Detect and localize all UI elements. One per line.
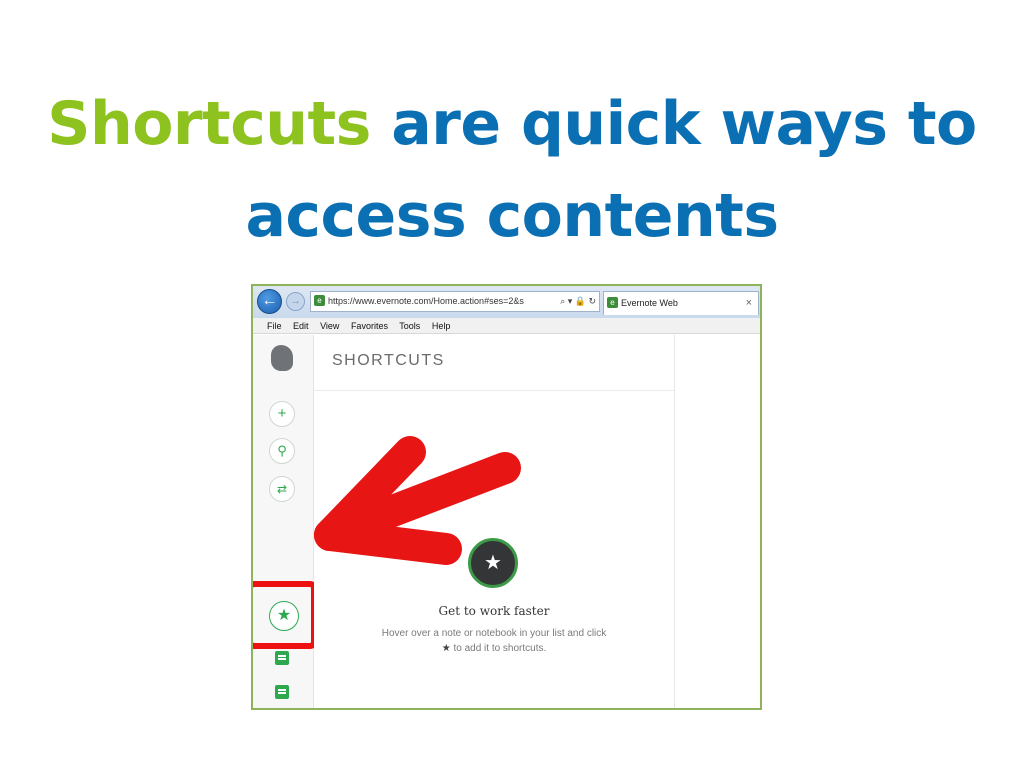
panel-title: SHORTCUTS <box>332 352 445 369</box>
slide-title-accent: Shortcuts <box>47 89 371 159</box>
empty-desc-line2: to add it to shortcuts. <box>453 643 547 654</box>
empty-state-title: Get to work faster <box>438 604 550 618</box>
shortcuts-star-icon[interactable]: ★ <box>269 601 299 631</box>
evernote-sidebar: + ⚲ ⇄ ★ <box>253 335 317 708</box>
empty-desc-line1: Hover over a note or notebook in your li… <box>381 628 607 639</box>
shortcut-star-badge-icon: ★ <box>468 538 518 588</box>
shortcuts-panel: SHORTCUTS ★ Get to work faster Hover ove… <box>314 335 675 708</box>
address-bar[interactable]: e https://www.evernote.com/Home.action#se… <box>310 291 600 312</box>
notes-icon[interactable] <box>275 651 289 665</box>
browser-toolbar: ← → e https://www.evernote.com/Home.actio… <box>253 286 760 319</box>
slide-title: Shortcuts are quick ways to access conte… <box>0 78 1024 262</box>
menu-help[interactable]: Help <box>432 321 451 331</box>
search-icon[interactable]: ⚲ <box>269 438 295 464</box>
right-pane <box>675 335 760 708</box>
menu-favorites[interactable]: Favorites <box>351 321 388 331</box>
panel-header: SHORTCUTS <box>314 335 674 391</box>
evernote-elephant-icon[interactable] <box>271 345 293 371</box>
slide-title-rest: are quick ways to <box>370 89 977 159</box>
new-note-plus-icon[interactable]: + <box>269 401 295 427</box>
menu-edit[interactable]: Edit <box>293 321 309 331</box>
menu-tools[interactable]: Tools <box>399 321 420 331</box>
back-arrow-icon[interactable]: ← <box>257 289 282 314</box>
address-url: https://www.evernote.com/Home.action#ses… <box>328 296 524 306</box>
notebooks-icon[interactable] <box>275 685 289 699</box>
tab-title: Evernote Web <box>621 298 678 308</box>
menu-file[interactable]: File <box>267 321 282 331</box>
work-chat-icon[interactable]: ⇄ <box>269 476 295 502</box>
tab-evernote-web[interactable]: e Evernote Web × <box>603 291 759 315</box>
inline-star-icon: ★ <box>441 643 451 654</box>
close-tab-icon[interactable]: × <box>746 292 752 314</box>
empty-state-description: Hover over a note or notebook in your li… <box>334 626 654 656</box>
browser-menubar: File Edit View Favorites Tools Help <box>253 318 760 334</box>
evernote-favicon: e <box>314 295 325 307</box>
screenshot-frame: ← → e https://www.evernote.com/Home.actio… <box>251 284 762 710</box>
tab-favicon: e <box>607 297 618 309</box>
address-actions[interactable]: ⌕ ▾ 🔒 ↻ <box>557 292 596 311</box>
forward-arrow-icon[interactable]: → <box>286 292 305 311</box>
menu-view[interactable]: View <box>320 321 339 331</box>
slide-title-line2: access contents <box>245 181 779 251</box>
